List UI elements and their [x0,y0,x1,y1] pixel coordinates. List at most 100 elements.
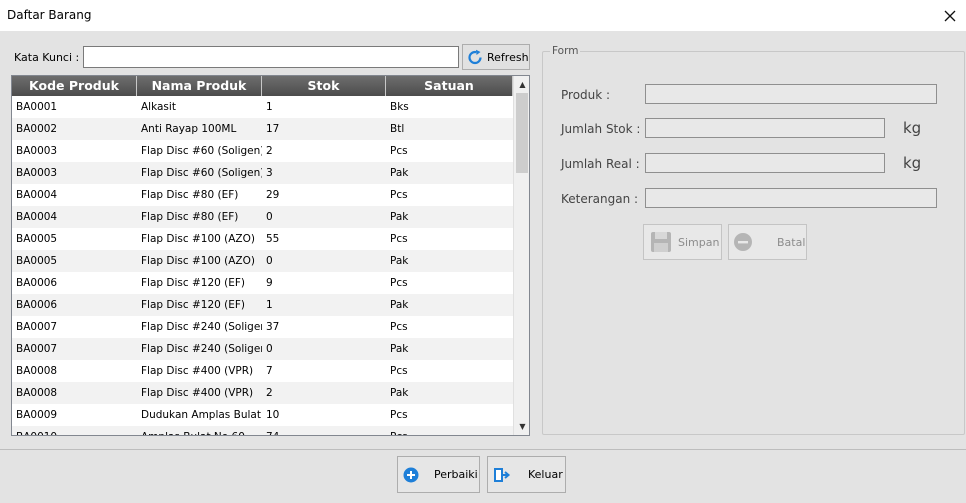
jumlah-real-unit: kg [903,154,922,172]
title-bar: Daftar Barang [0,0,966,31]
scroll-up-arrow[interactable]: ▲ [514,76,529,93]
cell-kode-produk: BA0005 [16,255,58,267]
exit-icon [494,467,511,482]
cell-satuan: Pcs [390,277,408,289]
cell-nama-produk: Anti Rayap 100ML [141,123,237,135]
cell-satuan: Pak [390,299,409,311]
cell-stok: 0 [266,211,273,223]
cell-kode-produk: BA0008 [16,387,58,399]
add-icon [403,467,419,482]
table-row[interactable]: BA0006 Flap Disc #120 (EF) 1 Pak [12,294,513,316]
column-header-nama-produk[interactable]: Nama Produk [137,76,262,96]
cell-stok: 0 [266,255,273,267]
cell-stok: 1 [266,101,273,113]
cell-nama-produk: Alkasit [141,101,176,113]
perbaiki-label: Perbaiki [434,468,478,481]
cell-nama-produk: Flap Disc #400 (VPR) [141,387,254,399]
cell-stok: 2 [266,145,273,157]
cell-stok: 2 [266,387,273,399]
table-row[interactable]: BA0003 Flap Disc #60 (Soligen) 2 Pcs [12,140,513,162]
cell-satuan: Pak [390,167,409,179]
jumlah-real-input[interactable] [645,153,885,173]
produk-input[interactable] [645,84,937,104]
cancel-icon [734,233,752,251]
cell-satuan: Pcs [390,189,408,201]
table-row[interactable]: BA0007 Flap Disc #240 (Soligen) 37 Pcs [12,316,513,338]
cell-satuan: Pak [390,211,409,223]
cell-nama-produk: Flap Disc #80 (EF) [141,211,239,223]
cell-kode-produk: BA0002 [16,123,58,135]
scroll-down-arrow[interactable]: ▼ [514,418,529,435]
simpan-label: Simpan [678,235,720,249]
produk-label: Produk : [561,88,611,102]
keterangan-label: Keterangan : [561,192,639,206]
cell-nama-produk: Flap Disc #400 (VPR) [141,365,254,377]
cell-nama-produk: Flap Disc #240 (Soligen) [141,321,262,333]
table-row[interactable]: BA0009 Dudukan Amplas Bulat 10 Pcs [12,404,513,426]
refresh-label: Refresh [487,50,529,64]
cell-stok: 1 [266,299,273,311]
cell-kode-produk: BA0007 [16,343,58,355]
batal-button[interactable]: Batal [728,224,807,260]
cell-satuan: Pcs [390,145,408,157]
table-row[interactable]: BA0003 Flap Disc #60 (Soligen) 3 Pak [12,162,513,184]
table-row[interactable]: BA0008 Flap Disc #400 (VPR) 2 Pak [12,382,513,404]
cell-nama-produk: Flap Disc #240 (Soligen) [141,343,262,355]
table-row[interactable]: BA0004 Flap Disc #80 (EF) 29 Pcs [12,184,513,206]
refresh-button[interactable]: Refresh [462,44,530,70]
table-row[interactable]: BA0010Amplas Bulat No 6074Pcs [12,426,513,435]
search-label: Kata Kunci : [14,51,80,64]
cell-kode-produk: BA0009 [16,409,58,421]
keterangan-input[interactable] [645,188,937,208]
cell-nama-produk: Dudukan Amplas Bulat [141,409,261,421]
vertical-scrollbar[interactable]: ▲ ▼ [513,76,529,435]
cell-satuan: Pcs [390,365,408,377]
cell-nama-produk: Flap Disc #60 (Soligen) [141,145,262,157]
cell-kode-produk: BA0008 [16,365,58,377]
search-input[interactable] [83,46,459,68]
table-header: Kode Produk Nama Produk Stok Satuan [12,76,513,96]
cell-satuan: Bks [390,101,409,113]
cell-satuan: Btl [390,123,405,135]
cell-kode-produk: BA0003 [16,167,58,179]
table-body: BA0001 Alkasit 1 Bks BA0002 Anti Rayap 100ML 1… [12,96,513,435]
product-table[interactable]: Kode Produk Nama Produk Stok Satuan BA00… [11,75,530,436]
save-icon [651,232,671,252]
close-button[interactable] [934,0,966,31]
table-row[interactable]: BA0001 Alkasit 1 Bks [12,96,513,118]
column-header-satuan[interactable]: Satuan [386,76,513,96]
perbaiki-button[interactable]: Perbaiki [397,456,480,493]
keluar-button[interactable]: Keluar [487,456,566,493]
cell-nama-produk: Flap Disc #80 (EF) [141,189,239,201]
column-header-kode-produk[interactable]: Kode Produk [12,76,137,96]
cell-nama-produk: Flap Disc #60 (Soligen) [141,167,262,179]
cell-satuan: Pak [390,387,409,399]
table-row[interactable]: BA0002 Anti Rayap 100ML 17 Btl [12,118,513,140]
cell-kode-produk: BA0003 [16,145,58,157]
column-header-stok[interactable]: Stok [262,76,386,96]
cell-stok: 29 [266,189,280,201]
cell-kode-produk: BA0006 [16,299,58,311]
cell-stok: 55 [266,233,280,245]
cell-stok: 7 [266,365,273,377]
scroll-thumb[interactable] [516,93,528,173]
cell-satuan: Pcs [390,409,408,421]
table-row[interactable]: BA0007 Flap Disc #240 (Soligen) 0 Pak [12,338,513,360]
cell-kode-produk: BA0004 [16,189,58,201]
table-row[interactable]: BA0005 Flap Disc #100 (AZO) 55 Pcs [12,228,513,250]
bottom-bar [0,449,966,503]
jumlah-stok-label: Jumlah Stok : [561,122,641,136]
cell-stok: 74 [262,426,386,435]
table-row[interactable]: BA0005 Flap Disc #100 (AZO) 0 Pak [12,250,513,272]
cell-kode-produk: BA0010 [12,426,137,435]
cell-stok: 10 [266,409,280,421]
cell-stok: 37 [266,321,280,333]
cell-nama-produk: Flap Disc #120 (EF) [141,299,246,311]
jumlah-stok-input[interactable] [645,118,885,138]
table-row[interactable]: BA0004 Flap Disc #80 (EF) 0 Pak [12,206,513,228]
table-row[interactable]: BA0006 Flap Disc #120 (EF) 9 Pcs [12,272,513,294]
simpan-button[interactable]: Simpan [643,224,722,260]
jumlah-real-label: Jumlah Real : [561,157,640,171]
cell-satuan: Pcs [386,426,513,435]
table-row[interactable]: BA0008 Flap Disc #400 (VPR) 7 Pcs [12,360,513,382]
